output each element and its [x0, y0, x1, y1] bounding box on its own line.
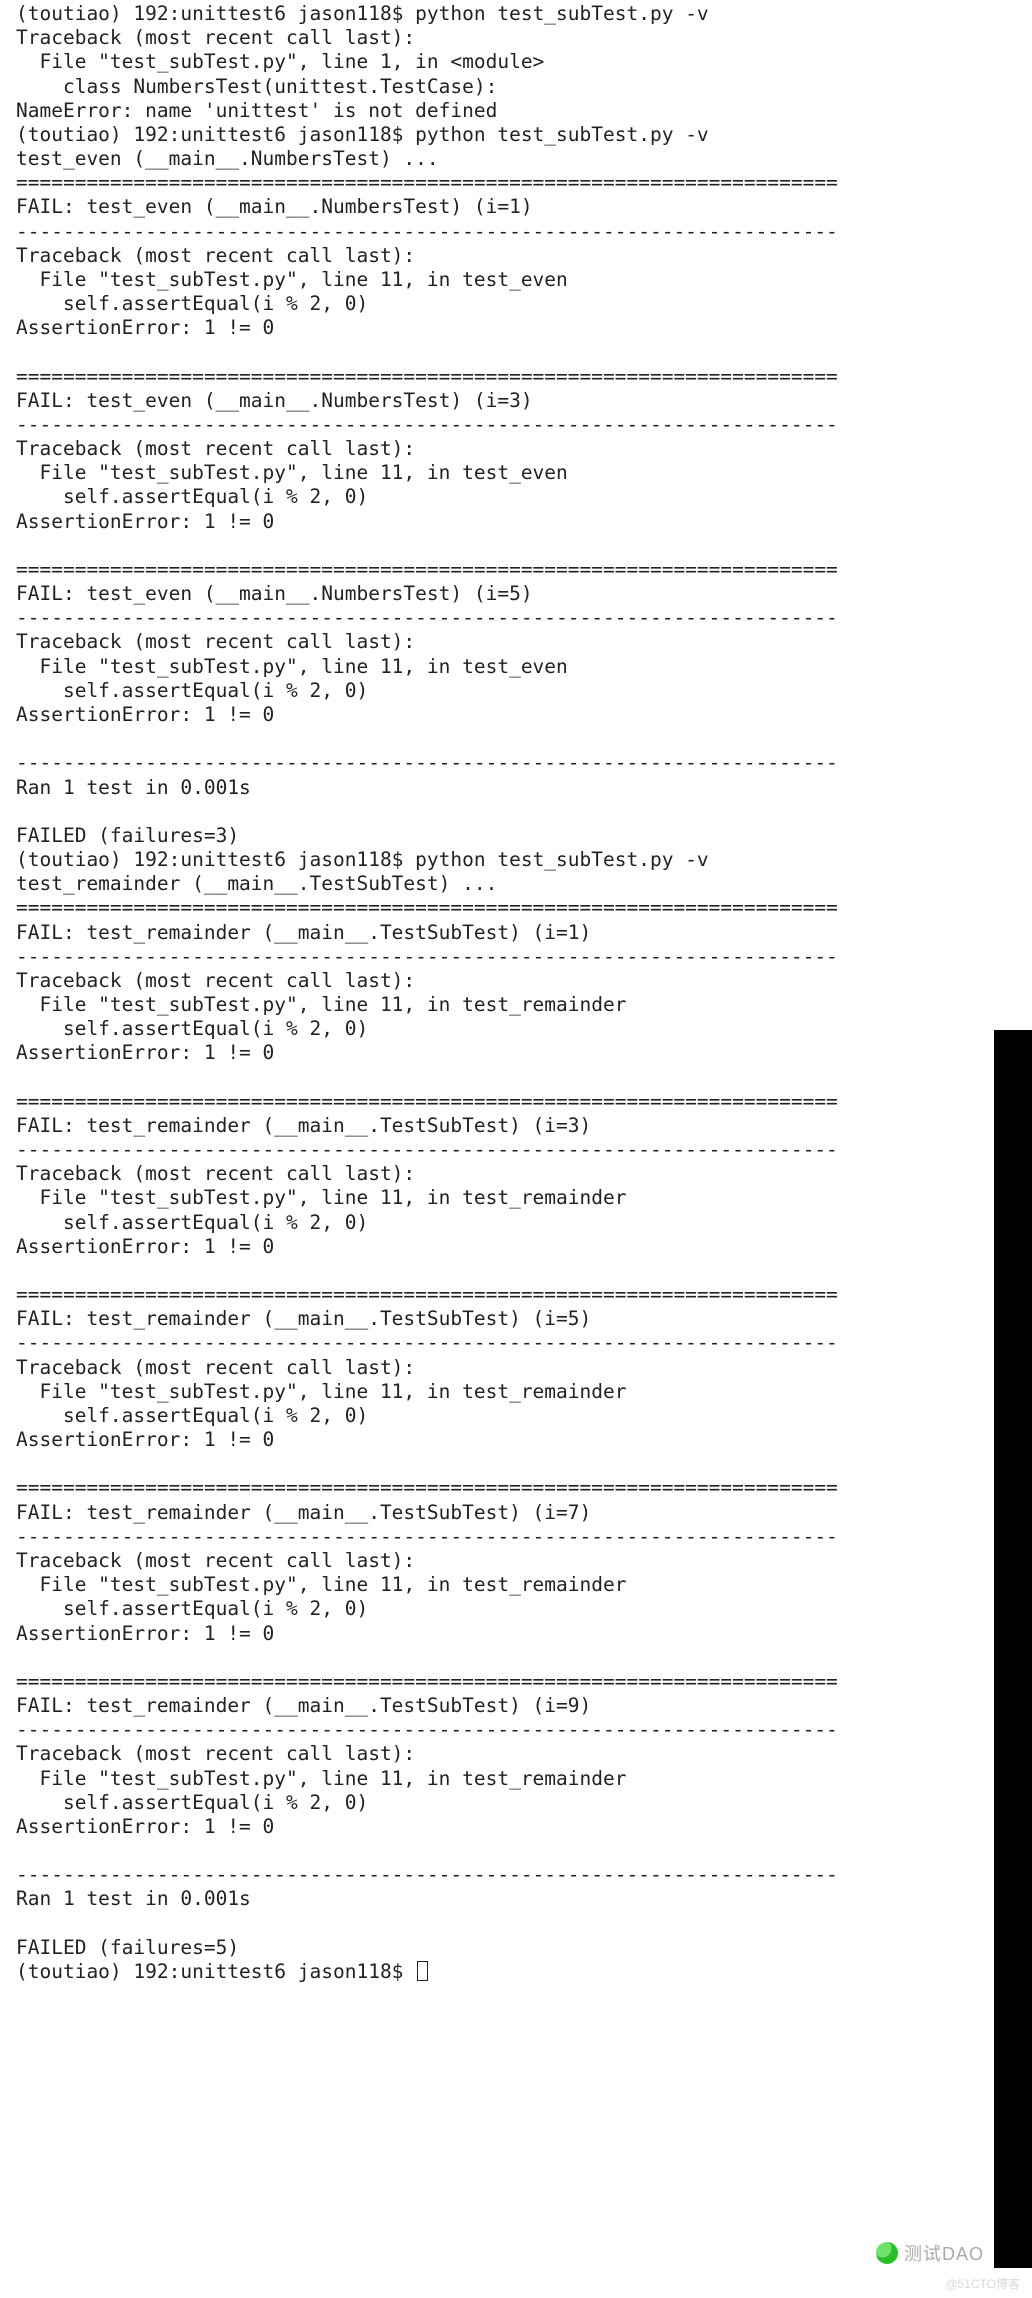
- assertion-error: AssertionError: 1 != 0: [16, 1815, 274, 1838]
- prompt-line: (toutiao) 192:unittest6 jason118$ python…: [16, 848, 709, 871]
- side-strip: [994, 1030, 1032, 2268]
- traceback-header: Traceback (most recent call last):: [16, 244, 415, 267]
- separator-dash: ----------------------------------------…: [16, 606, 838, 629]
- separator-eq: ========================================…: [16, 171, 838, 194]
- prompt-line: (toutiao) 192:unittest6 jason118$ python…: [16, 2, 709, 25]
- file-ref: File "test_subTest.py", line 11, in test…: [16, 461, 568, 484]
- assertion-error: AssertionError: 1 != 0: [16, 510, 274, 533]
- separator-dash: ----------------------------------------…: [16, 1718, 838, 1741]
- traceback-header: Traceback (most recent call last):: [16, 1356, 415, 1379]
- fail-header: FAIL: test_remainder (__main__.TestSubTe…: [16, 1501, 591, 1524]
- separator-dash: ----------------------------------------…: [16, 1525, 838, 1548]
- assertion-error: AssertionError: 1 != 0: [16, 1622, 274, 1645]
- failed-summary: FAILED (failures=5): [16, 1936, 239, 1959]
- separator-eq: ========================================…: [16, 1476, 838, 1499]
- code-line: class NumbersTest(unittest.TestCase):: [16, 75, 497, 98]
- assertion-error: AssertionError: 1 != 0: [16, 703, 274, 726]
- fail-header: FAIL: test_even (__main__.NumbersTest) (…: [16, 195, 533, 218]
- file-ref: File "test_subTest.py", line 11, in test…: [16, 1380, 626, 1403]
- failed-summary: FAILED (failures=3): [16, 824, 239, 847]
- file-ref: File "test_subTest.py", line 11, in test…: [16, 1767, 626, 1790]
- prompt-line: (toutiao) 192:unittest6 jason118$: [16, 1960, 428, 1983]
- traceback-header: Traceback (most recent call last):: [16, 1742, 415, 1765]
- file-ref: File "test_subTest.py", line 11, in test…: [16, 1186, 626, 1209]
- code-line: self.assertEqual(i % 2, 0): [16, 1404, 368, 1427]
- assertion-error: AssertionError: 1 != 0: [16, 1428, 274, 1451]
- separator-eq: ========================================…: [16, 896, 838, 919]
- separator-eq: ========================================…: [16, 1670, 838, 1693]
- code-line: self.assertEqual(i % 2, 0): [16, 1017, 368, 1040]
- file-ref: File "test_subTest.py", line 1, in <modu…: [16, 50, 544, 73]
- file-ref: File "test_subTest.py", line 11, in test…: [16, 993, 626, 1016]
- traceback-header: Traceback (most recent call last):: [16, 437, 415, 460]
- test-start: test_remainder (__main__.TestSubTest) ..…: [16, 872, 497, 895]
- terminal-output[interactable]: (toutiao) 192:unittest6 jason118$ python…: [0, 0, 1032, 1984]
- separator-eq: ========================================…: [16, 1090, 838, 1113]
- separator-dash: ----------------------------------------…: [16, 945, 838, 968]
- separator-dash: ----------------------------------------…: [16, 413, 838, 436]
- fail-header: FAIL: test_even (__main__.NumbersTest) (…: [16, 582, 533, 605]
- ran-summary: Ran 1 test in 0.001s: [16, 1887, 251, 1910]
- name-error: NameError: name 'unittest' is not define…: [16, 99, 497, 122]
- traceback-header: Traceback (most recent call last):: [16, 1549, 415, 1572]
- fail-header: FAIL: test_remainder (__main__.TestSubTe…: [16, 1114, 591, 1137]
- code-line: self.assertEqual(i % 2, 0): [16, 1211, 368, 1234]
- separator-eq: ========================================…: [16, 365, 838, 388]
- file-ref: File "test_subTest.py", line 11, in test…: [16, 1573, 626, 1596]
- file-ref: File "test_subTest.py", line 11, in test…: [16, 655, 568, 678]
- assertion-error: AssertionError: 1 != 0: [16, 316, 274, 339]
- separator-dash: ----------------------------------------…: [16, 1863, 838, 1886]
- fail-header: FAIL: test_remainder (__main__.TestSubTe…: [16, 1694, 591, 1717]
- test-start: test_even (__main__.NumbersTest) ...: [16, 147, 439, 170]
- separator-eq: ========================================…: [16, 1283, 838, 1306]
- code-line: self.assertEqual(i % 2, 0): [16, 485, 368, 508]
- watermark: 测试DAO: [876, 2240, 984, 2266]
- assertion-error: AssertionError: 1 != 0: [16, 1235, 274, 1258]
- separator-dash: ----------------------------------------…: [16, 220, 838, 243]
- fail-header: FAIL: test_remainder (__main__.TestSubTe…: [16, 1307, 591, 1330]
- traceback-header: Traceback (most recent call last):: [16, 630, 415, 653]
- code-line: self.assertEqual(i % 2, 0): [16, 679, 368, 702]
- separator-dash: ----------------------------------------…: [16, 1331, 838, 1354]
- separator-dash: ----------------------------------------…: [16, 1138, 838, 1161]
- separator-eq: ========================================…: [16, 558, 838, 581]
- traceback-header: Traceback (most recent call last):: [16, 26, 415, 49]
- fail-header: FAIL: test_even (__main__.NumbersTest) (…: [16, 389, 533, 412]
- traceback-header: Traceback (most recent call last):: [16, 1162, 415, 1185]
- wechat-icon: [876, 2242, 898, 2264]
- prompt-line: (toutiao) 192:unittest6 jason118$ python…: [16, 123, 709, 146]
- ran-summary: Ran 1 test in 0.001s: [16, 776, 251, 799]
- fail-header: FAIL: test_remainder (__main__.TestSubTe…: [16, 921, 591, 944]
- file-ref: File "test_subTest.py", line 11, in test…: [16, 268, 568, 291]
- traceback-header: Traceback (most recent call last):: [16, 969, 415, 992]
- separator-dash: ----------------------------------------…: [16, 751, 838, 774]
- assertion-error: AssertionError: 1 != 0: [16, 1041, 274, 1064]
- code-line: self.assertEqual(i % 2, 0): [16, 292, 368, 315]
- cursor-icon: [417, 1961, 428, 1981]
- watermark-secondary: @51CTO博客: [945, 2275, 1020, 2292]
- code-line: self.assertEqual(i % 2, 0): [16, 1791, 368, 1814]
- code-line: self.assertEqual(i % 2, 0): [16, 1597, 368, 1620]
